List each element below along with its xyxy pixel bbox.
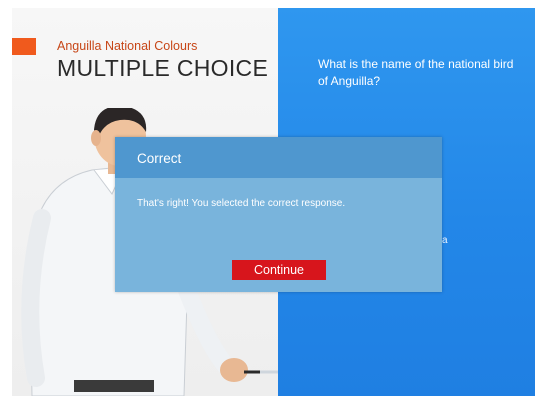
feedback-dialog-header: Correct (115, 137, 442, 178)
slide-stage: Anguilla National Colours MULTIPLE CHOIC… (12, 8, 535, 396)
continue-button[interactable]: Continue (232, 260, 326, 280)
orange-accent-tab (12, 38, 36, 55)
slide-title: MULTIPLE CHOICE (57, 55, 269, 81)
feedback-dialog: Correct That's right! You selected the c… (115, 137, 442, 292)
feedback-title: Correct (137, 151, 182, 166)
course-subtitle: Anguilla National Colours (57, 39, 198, 53)
question-text: What is the name of the national bird of… (318, 57, 514, 88)
obscured-answer-fragment: a (442, 235, 448, 246)
feedback-message: That's right! You selected the correct r… (137, 198, 346, 209)
